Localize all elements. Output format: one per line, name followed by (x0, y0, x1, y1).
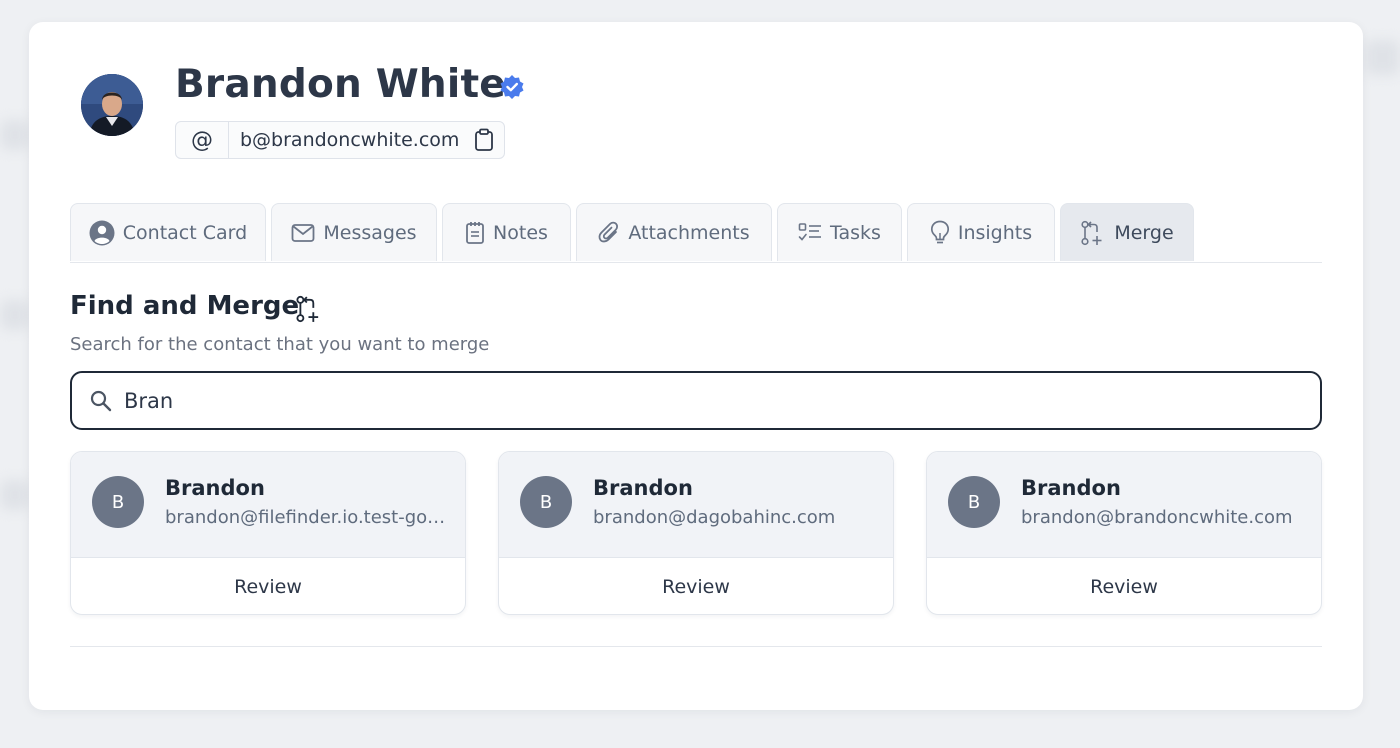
email-text: b@brandoncwhite.com (240, 129, 460, 151)
background-blur (0, 120, 30, 150)
tab-label: Notes (493, 221, 548, 244)
result-name: Brandon (593, 476, 693, 500)
paperclip-icon (598, 221, 619, 242)
avatar: B (92, 476, 144, 528)
tab-merge[interactable]: Merge (1060, 203, 1194, 261)
contact-panel: Brandon White @ b@brandoncwhite.com Cont… (29, 22, 1363, 710)
profile-name: Brandon White (175, 62, 506, 107)
section-subtitle: Search for the contact that you want to … (70, 334, 490, 355)
result-card: B Brandon brandon@filefinder.io.test-goo… (70, 451, 466, 615)
tab-insights[interactable]: Insights (907, 203, 1055, 261)
git-merge-icon (1081, 220, 1102, 245)
at-icon: @ (176, 122, 229, 158)
tab-label: Messages (323, 221, 417, 244)
tab-notes[interactable]: Notes (442, 203, 571, 261)
review-button[interactable]: Review (71, 558, 465, 614)
git-merge-icon (296, 295, 319, 323)
result-name: Brandon (1021, 476, 1121, 500)
tab-bar: Contact Card Messages Notes Attachments … (70, 203, 1322, 263)
tab-label: Attachments (628, 221, 750, 244)
avatar: B (520, 476, 572, 528)
tab-label: Contact Card (122, 221, 248, 244)
result-card: B Brandon brandon@dagobahinc.com Review (498, 451, 894, 615)
result-email: brandon@brandoncwhite.com (1021, 507, 1293, 528)
background-blur (0, 300, 30, 330)
clipboard-icon[interactable] (473, 128, 495, 152)
result-header: B Brandon brandon@brandoncwhite.com (927, 452, 1321, 558)
tab-contact-card[interactable]: Contact Card (70, 203, 266, 261)
verified-badge-icon (500, 75, 524, 99)
user-circle-icon (89, 220, 115, 245)
result-name: Brandon (165, 476, 265, 500)
tab-messages[interactable]: Messages (271, 203, 437, 261)
review-button[interactable]: Review (499, 558, 893, 614)
search-icon (90, 390, 112, 412)
divider (70, 646, 1322, 647)
tab-tasks[interactable]: Tasks (777, 203, 902, 261)
result-email: brandon@dagobahinc.com (593, 507, 836, 528)
background-blur (0, 480, 30, 510)
result-header: B Brandon brandon@filefinder.io.test-goo… (71, 452, 465, 558)
result-card: B Brandon brandon@brandoncwhite.com Revi… (926, 451, 1322, 615)
search-input[interactable] (122, 385, 1276, 417)
email-field: @ b@brandoncwhite.com (175, 121, 505, 159)
tab-label: Merge (1114, 221, 1174, 244)
section-title: Find and Merge (70, 291, 300, 321)
background-blur (1365, 40, 1400, 75)
checklist-icon (798, 222, 822, 241)
lightbulb-icon (930, 220, 949, 243)
envelope-icon (292, 223, 315, 242)
search-box (70, 371, 1322, 430)
result-header: B Brandon brandon@dagobahinc.com (499, 452, 893, 558)
result-email: brandon@filefinder.io.test-google-a.com (165, 507, 451, 528)
tab-label: Insights (957, 221, 1033, 244)
tab-label: Tasks (830, 221, 881, 244)
profile-avatar (81, 74, 143, 136)
avatar: B (948, 476, 1000, 528)
tab-attachments[interactable]: Attachments (576, 203, 772, 261)
notepad-icon (466, 221, 484, 244)
review-button[interactable]: Review (927, 558, 1321, 614)
